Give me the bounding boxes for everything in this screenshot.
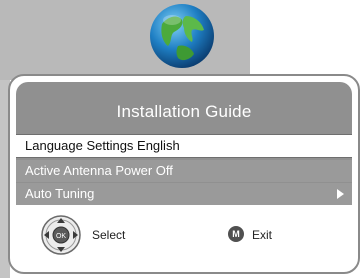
dialog-title: Installation Guide xyxy=(116,102,252,121)
menu-item-label: Auto Tuning xyxy=(25,186,95,201)
arrow-right-icon xyxy=(337,189,344,199)
dialog-footer: OK Select M Exit xyxy=(16,208,352,266)
svg-text:OK: OK xyxy=(56,233,66,240)
menu-key-icon: M xyxy=(228,226,244,242)
installation-guide-dialog: Installation Guide Language Settings Eng… xyxy=(8,74,360,274)
menu-item-language-settings[interactable]: Language Settings English xyxy=(16,134,352,158)
menu-item-active-antenna[interactable]: Active Antenna Power Off xyxy=(16,160,352,182)
menu-item-label: Active Antenna Power Off xyxy=(25,163,173,178)
menu-item-auto-tuning[interactable]: Auto Tuning xyxy=(16,183,352,205)
navigation-pad-icon: OK xyxy=(41,215,81,255)
menu-item-label: Language Settings English xyxy=(25,138,180,153)
globe-icon xyxy=(150,4,214,68)
select-hint-label: Select xyxy=(92,228,126,242)
exit-hint-label: Exit xyxy=(252,228,273,242)
